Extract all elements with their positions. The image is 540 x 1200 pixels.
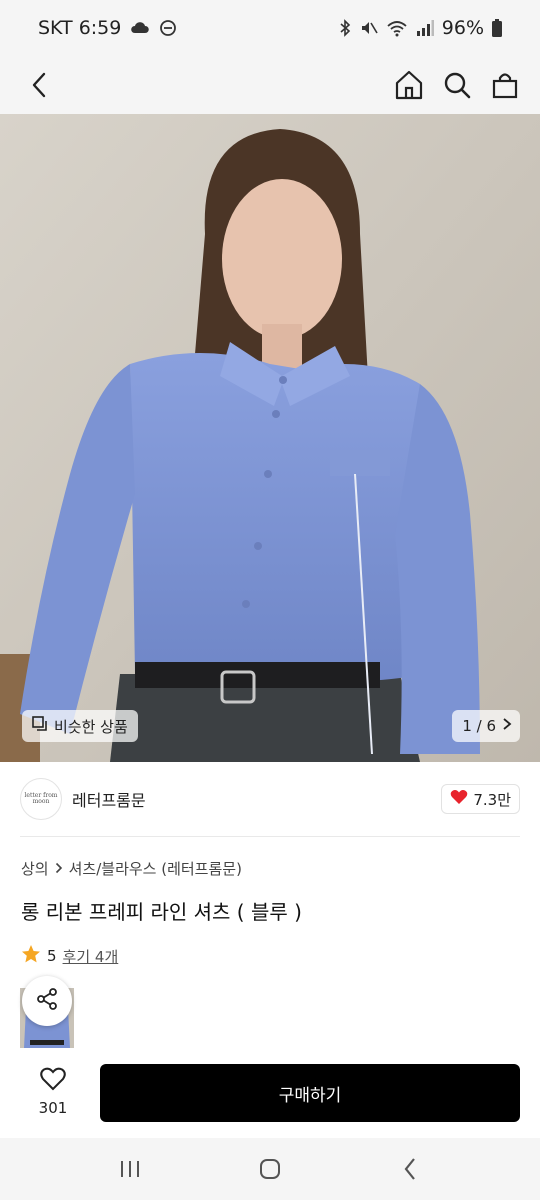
product-image-gallery[interactable]: 비슷한 상품 1 / 6 [0,114,540,762]
bottom-purchase-bar: 301 구매하기 [0,1048,540,1138]
share-button[interactable] [22,976,72,1026]
weather-icon [129,19,151,37]
brand-like-count: 7.3만 [473,790,511,809]
brand-like-button[interactable]: 7.3만 [441,784,520,814]
carrier-time: SKT 6:59 [38,17,122,39]
mute-icon [360,19,378,37]
gallery-pager-text: 1 / 6 [462,717,496,735]
product-title: 롱 리본 프레피 라인 셔츠 ( 블루 ) [21,900,302,924]
brand-link[interactable]: letter from moon 레터프롬문 [20,778,146,820]
divider [20,836,520,837]
buy-button[interactable]: 구매하기 [100,1064,520,1122]
app-header [0,56,540,114]
system-nav-bar [0,1138,540,1200]
shopping-bag-icon[interactable] [490,69,520,101]
battery-icon [492,19,502,37]
home-nav-icon[interactable] [240,1149,300,1189]
breadcrumb-subcategory[interactable]: 셔츠/블라우스 (레터프롬문) [69,858,242,879]
breadcrumb-category[interactable]: 상의 [21,858,49,879]
rating-row: 5 후기 4개 [21,944,118,968]
signal-icon [416,19,434,37]
status-bar: SKT 6:59 96% [0,0,540,56]
chevron-right-icon [55,860,63,878]
review-link[interactable]: 후기 4개 [63,946,119,967]
battery-percent: 96% [441,17,484,39]
similar-products-icon [32,716,48,736]
gallery-pager[interactable]: 1 / 6 [452,710,520,742]
product-photo [0,114,540,762]
back-icon[interactable] [24,69,54,101]
status-right: 96% [338,17,502,39]
heart-icon [450,789,468,809]
brand-logo-text: letter from moon [24,792,58,805]
back-nav-icon[interactable] [380,1149,440,1189]
status-left: SKT 6:59 [38,17,177,39]
brand-row: letter from moon 레터프롬문 7.3만 [20,776,520,822]
wishlist-button[interactable]: 301 [24,1064,82,1120]
star-icon [21,944,41,968]
home-icon[interactable] [394,69,424,101]
similar-products-button[interactable]: 비슷한 상품 [22,710,138,742]
rating-value: 5 [47,947,57,965]
bluetooth-icon [338,19,352,37]
search-icon[interactable] [442,69,472,101]
breadcrumb: 상의 셔츠/블라우스 (레터프롬문) [21,858,242,879]
brand-logo: letter from moon [20,778,62,820]
dnd-icon [159,19,177,37]
similar-products-label: 비슷한 상품 [54,717,128,736]
brand-name: 레터프롬문 [72,791,146,810]
header-actions [394,69,520,101]
share-icon [35,987,59,1015]
chevron-right-icon [502,717,512,735]
wishlist-count: 301 [38,1099,68,1117]
recents-icon[interactable] [100,1149,160,1189]
wifi-icon [386,19,408,37]
heart-outline-icon [40,1067,66,1095]
